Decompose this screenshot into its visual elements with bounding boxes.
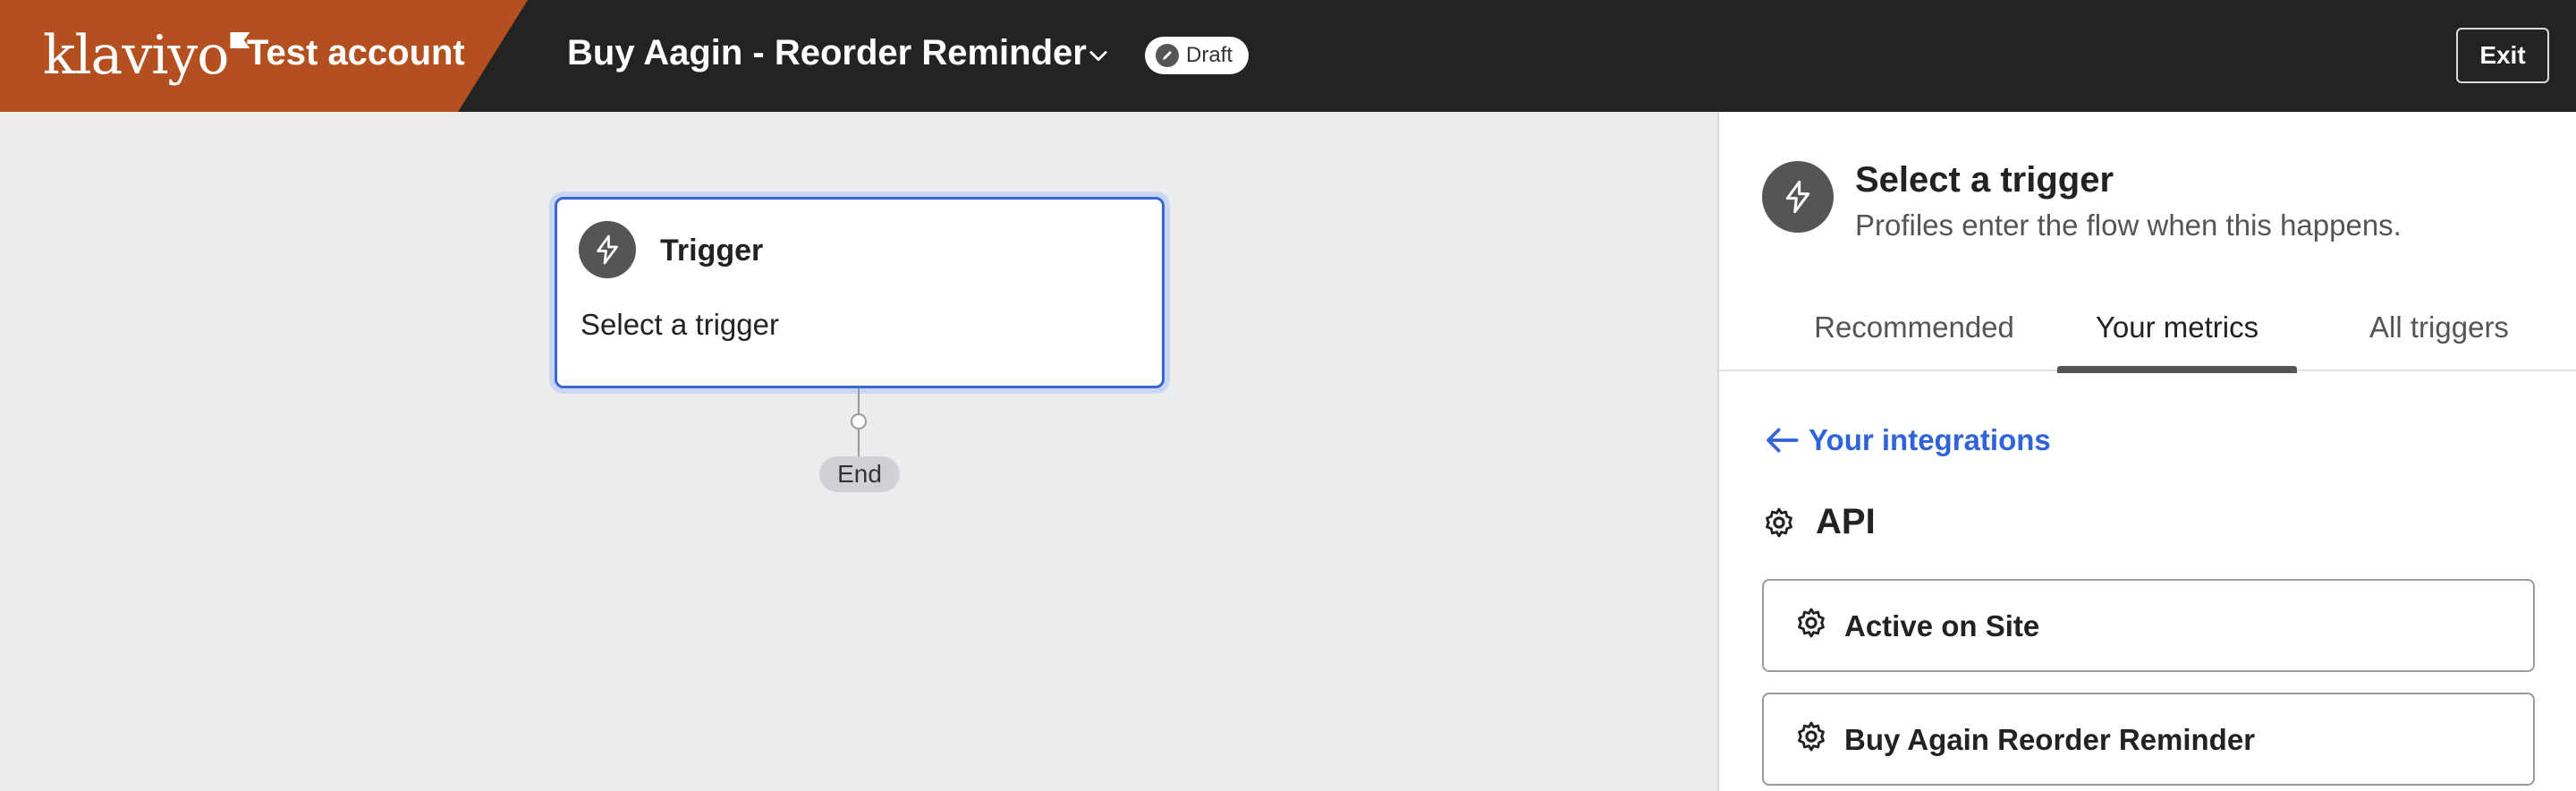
trigger-card-title: Trigger: [660, 234, 764, 268]
status-badge-label: Draft: [1186, 43, 1233, 67]
status-badge: Draft: [1145, 37, 1250, 74]
pencil-icon: [1156, 44, 1179, 67]
flow-title[interactable]: Buy Aagin - Reorder Reminder: [567, 33, 1087, 73]
gear-icon: [1798, 608, 1825, 638]
tab-recommended[interactable]: Recommended: [1807, 300, 2021, 371]
arrow-left-icon: [1767, 428, 1799, 453]
lightning-icon: [1762, 161, 1834, 233]
account-name[interactable]: Test account: [247, 33, 465, 73]
panel-title: Select a trigger: [1855, 160, 2114, 200]
end-node: End: [819, 456, 900, 492]
add-step-node[interactable]: [851, 413, 867, 430]
trigger-tabs: Recommended Your metrics All triggers: [1719, 300, 2576, 373]
api-section-header: API: [1762, 502, 1876, 542]
trigger-card-subtitle: Select a trigger: [580, 308, 779, 341]
exit-button[interactable]: Exit: [2456, 28, 2549, 83]
lightning-icon: [579, 221, 636, 278]
section-title: API: [1816, 502, 1876, 541]
gear-icon: [1766, 507, 1792, 537]
tab-your-metrics[interactable]: Your metrics: [2057, 300, 2297, 373]
trigger-panel: Select a trigger Profiles enter the flow…: [1717, 112, 2576, 791]
metric-item-buy-again-reorder-reminder[interactable]: Buy Again Reorder Reminder: [1762, 693, 2535, 786]
tab-all-triggers[interactable]: All triggers: [2336, 300, 2542, 371]
klaviyo-logo[interactable]: klaviyo: [43, 24, 250, 87]
metric-item-active-on-site[interactable]: Active on Site: [1762, 579, 2535, 672]
metric-label: Active on Site: [1844, 609, 2040, 642]
logo-text: klaviyo: [43, 24, 229, 87]
top-bar: klaviyo Test account Buy Aagin - Reorder…: [0, 0, 2576, 112]
trigger-card[interactable]: Trigger Select a trigger: [555, 197, 1165, 388]
chevron-down-icon[interactable]: [1086, 43, 1111, 68]
metric-label: Buy Again Reorder Reminder: [1844, 723, 2256, 756]
back-to-integrations-link[interactable]: Your integrations: [1764, 423, 2051, 457]
panel-subtitle: Profiles enter the flow when this happen…: [1855, 208, 2402, 242]
flow-canvas[interactable]: Trigger Select a trigger End: [0, 112, 1717, 791]
back-link-label: Your integrations: [1809, 423, 2051, 456]
gear-icon: [1798, 721, 1825, 752]
